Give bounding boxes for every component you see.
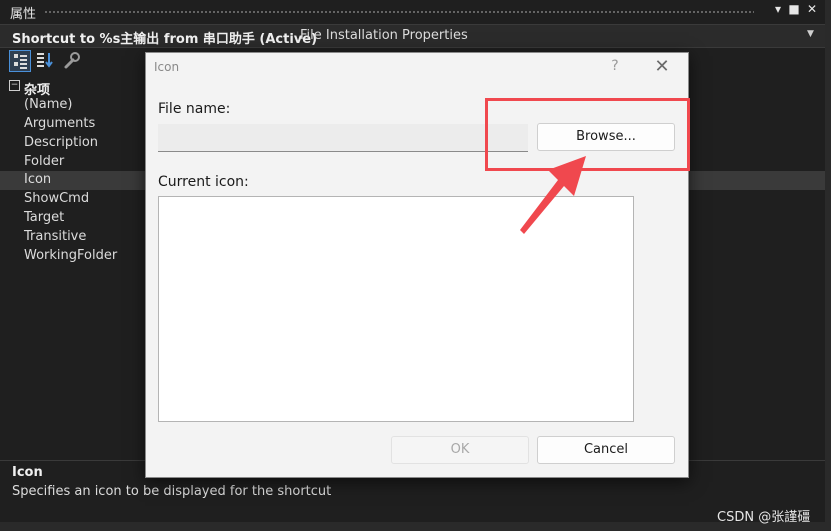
maximize-icon[interactable]: ■ xyxy=(786,2,802,16)
description-text: Specifies an icon to be displayed for th… xyxy=(12,484,332,499)
panel-title: 属性 xyxy=(10,7,37,22)
collapse-icon[interactable]: − xyxy=(9,80,20,91)
alphabetical-icon xyxy=(37,53,53,68)
side-strip xyxy=(825,0,831,531)
wrench-icon xyxy=(64,52,80,69)
close-icon[interactable]: ✕ xyxy=(651,56,673,77)
property-name: Icon xyxy=(24,172,52,187)
categorized-button[interactable] xyxy=(9,50,31,72)
ok-button[interactable]: OK xyxy=(391,436,529,464)
annotation-arrow-icon xyxy=(520,156,586,234)
dialog-title: Icon xyxy=(154,60,180,74)
object-type: File Installation Properties xyxy=(300,28,468,43)
titlebar-grip[interactable] xyxy=(44,10,754,15)
watermark: CSDN @张謹礓 xyxy=(717,510,811,525)
property-name: (Name) xyxy=(24,97,73,112)
property-name: Transitive xyxy=(24,229,87,244)
object-selector[interactable]: Shortcut to %s主输出 from 串口助手 (Active) Fil… xyxy=(0,24,825,48)
panel-titlebar: 属性 ▾ ■ ✕ xyxy=(0,0,825,24)
file-name-field[interactable] xyxy=(158,124,528,152)
property-name: Folder xyxy=(24,154,65,169)
property-name: Target xyxy=(24,210,65,225)
current-icon-label: Current icon: xyxy=(158,174,249,190)
file-name-label: File name: xyxy=(158,101,231,117)
categorized-icon xyxy=(14,54,27,69)
description-title: Icon xyxy=(12,465,43,480)
property-name: WorkingFolder xyxy=(24,248,118,263)
property-name: ShowCmd xyxy=(24,191,90,206)
property-pages-button[interactable] xyxy=(61,50,83,72)
help-icon[interactable]: ? xyxy=(608,58,622,74)
pin-dropdown-icon[interactable]: ▾ xyxy=(770,2,786,16)
property-name: Arguments xyxy=(24,116,96,131)
chevron-down-icon[interactable]: ▼ xyxy=(807,29,814,39)
close-icon[interactable]: ✕ xyxy=(804,2,820,16)
alphabetical-button[interactable] xyxy=(35,50,57,72)
cancel-button[interactable]: Cancel xyxy=(537,436,675,464)
property-name: Description xyxy=(24,135,99,150)
bottom-divider xyxy=(0,522,825,531)
object-name: Shortcut to %s主输出 from 串口助手 (Active) xyxy=(12,32,318,47)
